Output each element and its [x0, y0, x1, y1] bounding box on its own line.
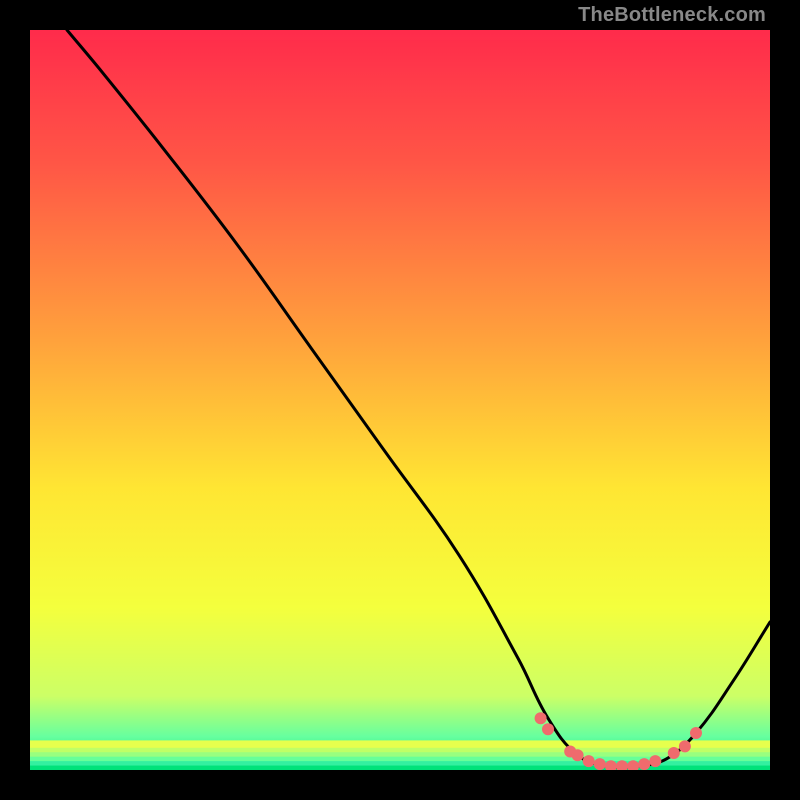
chart-frame: TheBottleneck.com	[0, 0, 800, 800]
highlight-point	[583, 755, 595, 767]
chart-plot-area	[30, 30, 770, 770]
highlight-point	[690, 727, 702, 739]
highlight-point	[594, 758, 606, 770]
highlight-point	[535, 712, 547, 724]
watermark-text: TheBottleneck.com	[578, 4, 766, 27]
highlight-point	[542, 723, 554, 735]
gradient-background	[30, 30, 770, 770]
bottom-band	[30, 740, 770, 748]
highlight-point	[668, 747, 680, 759]
highlight-point	[679, 740, 691, 752]
highlight-point	[638, 758, 650, 770]
chart-svg	[30, 30, 770, 770]
highlight-point	[572, 749, 584, 761]
bottom-band	[30, 766, 770, 770]
highlight-point	[649, 755, 661, 767]
